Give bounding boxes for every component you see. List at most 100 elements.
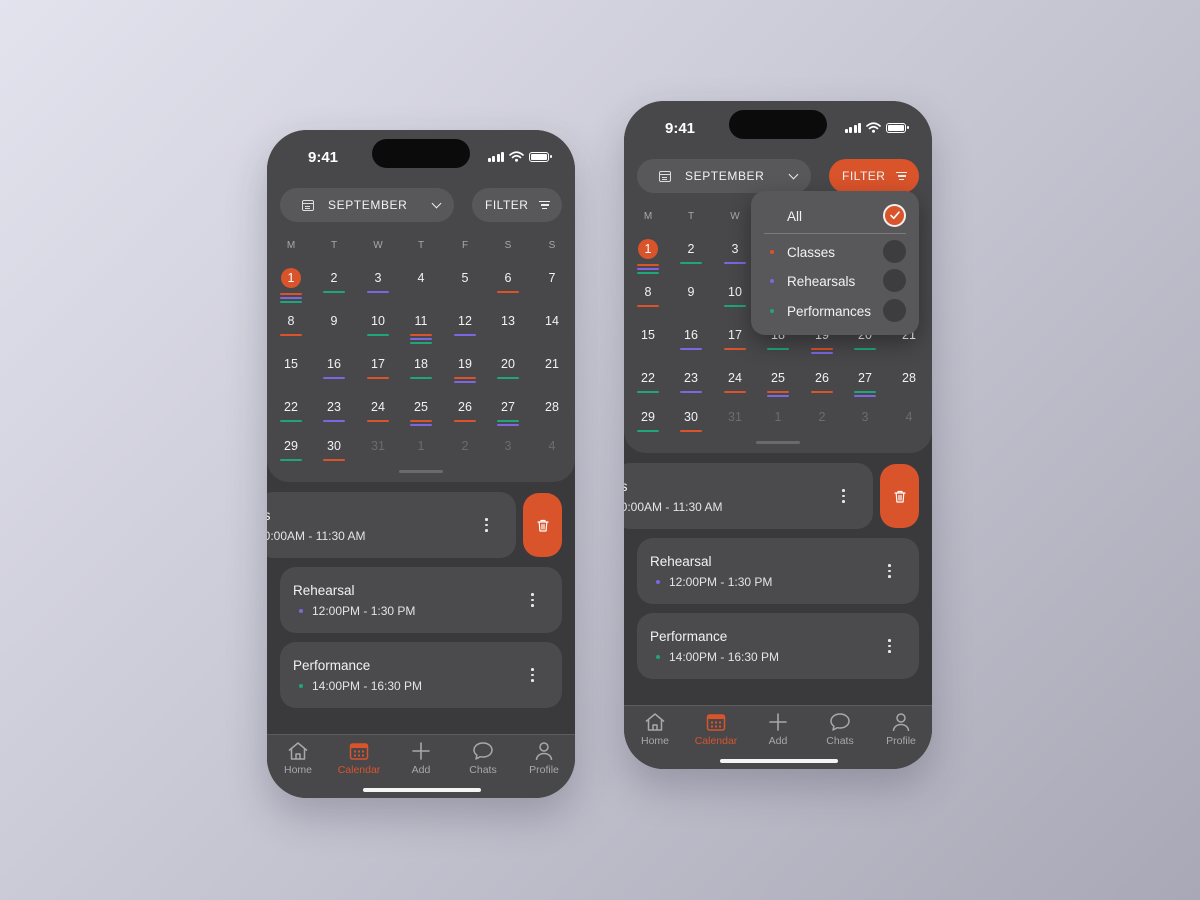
- checkbox[interactable]: [883, 269, 906, 292]
- more-vertical-icon[interactable]: [531, 593, 534, 607]
- calendar-day[interactable]: 9: [675, 284, 707, 316]
- more-vertical-icon[interactable]: [531, 668, 534, 682]
- checkbox-checked[interactable]: [883, 204, 906, 227]
- checkbox[interactable]: [883, 299, 906, 322]
- tab-profile[interactable]: Profile: [513, 741, 575, 776]
- calendar-day[interactable]: 13: [492, 313, 524, 345]
- calendar-day[interactable]: 1: [405, 438, 437, 470]
- more-vertical-icon[interactable]: [888, 639, 891, 653]
- tab-calendar[interactable]: Calendar: [328, 741, 390, 776]
- calendar-day[interactable]: 11: [405, 313, 437, 345]
- day-number: 31: [371, 439, 385, 453]
- calendar-day[interactable]: 6: [492, 270, 524, 302]
- event-card-performance[interactable]: Performance 14:00PM - 16:30 PM: [280, 642, 562, 708]
- wifi-icon: [866, 122, 881, 133]
- calendar-day[interactable]: 28: [893, 370, 925, 402]
- status-time: 9:41: [665, 120, 696, 137]
- filter-option-classes[interactable]: Classes: [751, 239, 919, 265]
- calendar-day[interactable]: 26: [806, 370, 838, 402]
- tab-profile[interactable]: Profile: [870, 712, 932, 747]
- calendar-day[interactable]: 1: [762, 409, 794, 441]
- tab-calendar[interactable]: Calendar: [685, 712, 747, 747]
- calendar-day[interactable]: 27: [492, 399, 524, 431]
- calendar-day[interactable]: 28: [536, 399, 568, 431]
- filter-option-performances[interactable]: Performances: [751, 298, 919, 324]
- calendar-day[interactable]: 3: [492, 438, 524, 470]
- calendar-day[interactable]: 2: [675, 241, 707, 273]
- calendar-day[interactable]: 4: [893, 409, 925, 441]
- calendar-day[interactable]: 30: [318, 438, 350, 470]
- event-card-performance[interactable]: Performance 14:00PM - 16:30 PM: [637, 613, 919, 679]
- calendar-day[interactable]: 21: [536, 356, 568, 388]
- calendar-day[interactable]: 16: [318, 356, 350, 388]
- calendar-day[interactable]: 4: [405, 270, 437, 302]
- calendar-day[interactable]: 23: [675, 370, 707, 402]
- calendar-day[interactable]: 15: [275, 356, 307, 388]
- calendar-day[interactable]: 2: [318, 270, 350, 302]
- calendar-day[interactable]: 19: [449, 356, 481, 388]
- calendar-day[interactable]: 2: [806, 409, 838, 441]
- calendar-day[interactable]: 5: [449, 270, 481, 302]
- calendar-day[interactable]: 14: [536, 313, 568, 345]
- calendar-day[interactable]: 18: [405, 356, 437, 388]
- calendar-day[interactable]: 20: [492, 356, 524, 388]
- event-card-rehearsal[interactable]: Rehearsal 12:00PM - 1:30 PM: [637, 538, 919, 604]
- tab-chats[interactable]: Chats: [809, 712, 871, 747]
- calendar-day[interactable]: 31: [362, 438, 394, 470]
- filter-option-rehearsals[interactable]: Rehearsals: [751, 268, 919, 294]
- calendar-day[interactable]: 17: [362, 356, 394, 388]
- tab-add[interactable]: Add: [747, 712, 809, 747]
- day-number: 3: [861, 410, 869, 424]
- more-vertical-icon[interactable]: [842, 489, 845, 503]
- month-selector[interactable]: SEPTEMBER: [280, 188, 454, 222]
- calendar-day[interactable]: 7: [536, 270, 568, 302]
- drag-handle[interactable]: [399, 470, 443, 473]
- month-selector[interactable]: SEPTEMBER: [637, 159, 811, 193]
- calendar-day[interactable]: 29: [632, 409, 664, 441]
- calendar-day[interactable]: 12: [449, 313, 481, 345]
- filter-button[interactable]: FILTER: [472, 188, 562, 222]
- event-card-rehearsal[interactable]: Rehearsal 12:00PM - 1:30 PM: [280, 567, 562, 633]
- checkbox[interactable]: [883, 240, 906, 263]
- calendar-day[interactable]: 4: [536, 438, 568, 470]
- calendar-day[interactable]: 24: [719, 370, 751, 402]
- calendar-day[interactable]: 15: [632, 327, 664, 359]
- calendar-day[interactable]: 27: [849, 370, 881, 402]
- tab-chats[interactable]: Chats: [452, 741, 514, 776]
- calendar-day[interactable]: 31: [719, 409, 751, 441]
- calendar-day-today[interactable]: 1: [632, 239, 664, 275]
- calendar-day[interactable]: 8: [275, 313, 307, 345]
- calendar-day[interactable]: 30: [675, 409, 707, 441]
- calendar-day[interactable]: 9: [318, 313, 350, 345]
- calendar-day[interactable]: 22: [632, 370, 664, 402]
- tab-add[interactable]: Add: [390, 741, 452, 776]
- event-card-class[interactable]: ss 10:00AM - 11:30 AM: [624, 463, 873, 529]
- calendar-day[interactable]: 22: [275, 399, 307, 431]
- calendar-day[interactable]: 23: [318, 399, 350, 431]
- filter-option-all[interactable]: All: [751, 203, 919, 229]
- calendar-day-today[interactable]: 1: [275, 268, 307, 304]
- calendar-day[interactable]: 24: [362, 399, 394, 431]
- more-vertical-icon[interactable]: [888, 564, 891, 578]
- delete-event-button[interactable]: [523, 493, 562, 557]
- filter-button[interactable]: FILTER: [829, 159, 919, 193]
- calendar-day[interactable]: 3: [719, 241, 751, 273]
- calendar-day[interactable]: 16: [675, 327, 707, 359]
- drag-handle[interactable]: [756, 441, 800, 444]
- delete-event-button[interactable]: [880, 464, 919, 528]
- calendar-day[interactable]: 25: [405, 399, 437, 431]
- calendar-day[interactable]: 10: [362, 313, 394, 345]
- tab-home[interactable]: Home: [624, 712, 686, 747]
- calendar-day[interactable]: 17: [719, 327, 751, 359]
- calendar-day[interactable]: 25: [762, 370, 794, 402]
- calendar-day[interactable]: 29: [275, 438, 307, 470]
- calendar-day[interactable]: 10: [719, 284, 751, 316]
- more-vertical-icon[interactable]: [485, 518, 488, 532]
- calendar-day[interactable]: 26: [449, 399, 481, 431]
- calendar-day[interactable]: 2: [449, 438, 481, 470]
- calendar-day[interactable]: 8: [632, 284, 664, 316]
- event-card-class[interactable]: ss 10:00AM - 11:30 AM: [267, 492, 516, 558]
- calendar-day[interactable]: 3: [362, 270, 394, 302]
- tab-home[interactable]: Home: [267, 741, 329, 776]
- calendar-day[interactable]: 3: [849, 409, 881, 441]
